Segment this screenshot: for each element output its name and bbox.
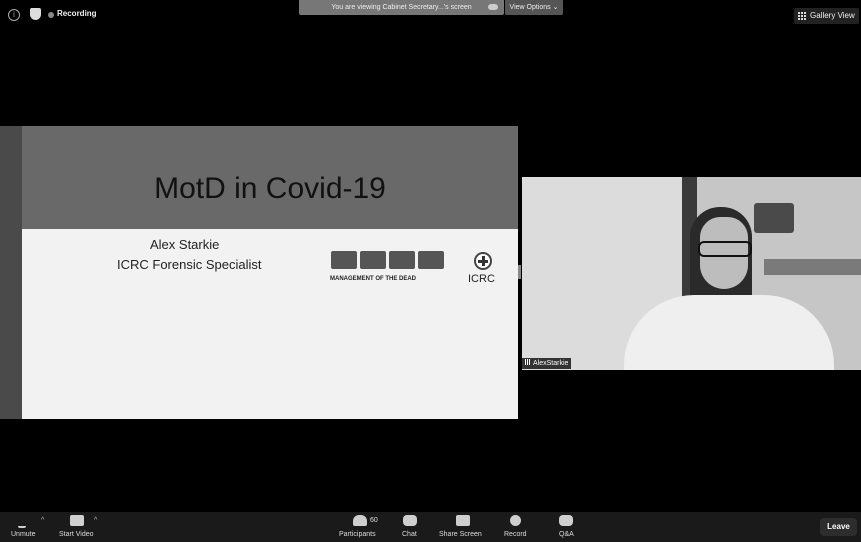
id-card-icon bbox=[389, 251, 415, 269]
participant-name-tag: AlexStarkie bbox=[522, 358, 572, 369]
icrc-emblem-icon bbox=[474, 252, 492, 270]
start-video-label: Start Video bbox=[59, 531, 94, 538]
participants-count: 60 bbox=[370, 517, 378, 524]
viewing-screen-banner: You are viewing Cabinet Secretary...'s s… bbox=[299, 0, 504, 15]
participants-icon bbox=[353, 515, 367, 526]
presenter-name: Alex Starkie bbox=[150, 237, 220, 252]
qa-button[interactable]: Q&A bbox=[555, 512, 577, 542]
stretcher-icon bbox=[331, 251, 357, 269]
gallery-view-button[interactable]: Gallery View bbox=[794, 8, 859, 24]
participants-button[interactable]: 60 Participants bbox=[339, 512, 383, 542]
participant-video[interactable] bbox=[522, 177, 861, 370]
chat-label: Chat bbox=[402, 531, 417, 538]
share-screen-button[interactable]: Share Screen bbox=[438, 512, 488, 542]
tag-icon bbox=[418, 251, 444, 269]
qa-label: Q&A bbox=[559, 531, 574, 538]
lamp-image bbox=[754, 203, 794, 233]
top-bar: i Recording You are viewing Cabinet Secr… bbox=[0, 0, 861, 30]
unmute-label: Unmute bbox=[11, 531, 36, 538]
participant-name: AlexStarkie bbox=[533, 360, 569, 367]
record-label: Record bbox=[504, 531, 527, 538]
share-screen-label: Share Screen bbox=[439, 531, 482, 538]
unmute-button[interactable]: Unmute bbox=[8, 512, 42, 542]
chat-icon bbox=[403, 515, 417, 526]
recording-dot-icon bbox=[48, 12, 54, 18]
vehicle-icon bbox=[360, 251, 386, 269]
chat-button[interactable]: Chat bbox=[399, 512, 421, 542]
audio-options-chevron-icon[interactable]: ^ bbox=[41, 517, 44, 524]
grid-icon bbox=[798, 12, 806, 20]
gallery-view-label: Gallery View bbox=[810, 11, 855, 20]
cloud-icon bbox=[488, 4, 498, 10]
shared-screen bbox=[0, 126, 518, 419]
slide-title: MotD in Covid-19 bbox=[154, 172, 386, 205]
record-icon bbox=[510, 515, 521, 526]
qa-icon bbox=[559, 515, 573, 526]
video-off-icon bbox=[70, 515, 84, 526]
view-options-button[interactable]: View Options ⌄ bbox=[505, 0, 563, 15]
share-screen-icon bbox=[456, 515, 470, 526]
info-icon[interactable]: i bbox=[8, 9, 20, 21]
microphone-muted-icon bbox=[18, 515, 26, 528]
motd-logo-icons bbox=[331, 251, 449, 271]
shield-icon[interactable] bbox=[30, 8, 41, 20]
presenter-role: ICRC Forensic Specialist bbox=[117, 257, 262, 272]
record-button[interactable]: Record bbox=[502, 512, 532, 542]
icrc-label: ICRC bbox=[468, 273, 495, 285]
video-options-chevron-icon[interactable]: ^ bbox=[94, 517, 97, 524]
slide-left-bar bbox=[0, 126, 22, 419]
recording-label: Recording bbox=[57, 9, 97, 18]
split-divider-handle[interactable] bbox=[518, 265, 521, 279]
signal-bars-icon bbox=[525, 359, 531, 365]
motd-caption: MANAGEMENT OF THE DEAD bbox=[330, 276, 416, 282]
participants-label: Participants bbox=[339, 531, 376, 538]
leave-button[interactable]: Leave bbox=[820, 518, 857, 536]
meeting-toolbar: Unmute ^ Start Video ^ 60 Participants C… bbox=[0, 512, 861, 542]
